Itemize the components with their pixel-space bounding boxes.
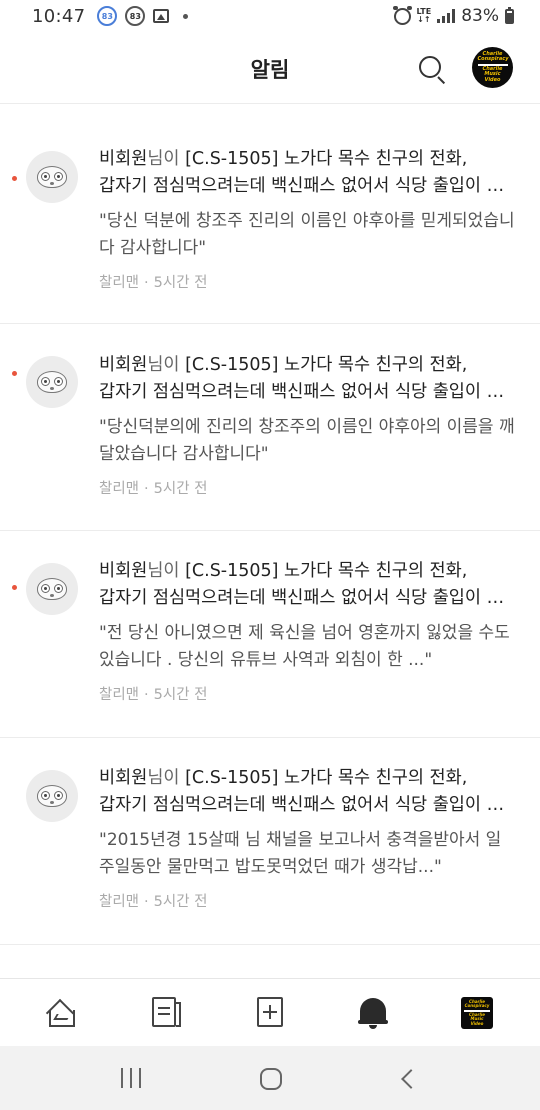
comment-preview: "당신 덕분에 창조주 진리의 이름인 야후아를 믿게되었습니다 감사합니다" <box>99 211 515 258</box>
alarm-icon <box>392 5 412 25</box>
notification-meta: 찰리맨 · 5시간 전 <box>99 894 208 910</box>
notification-title: 비회원님이 [C.S-1505] 노가다 목수 친구의 전화, 갑자기 점심먹으… <box>99 355 516 402</box>
battery-icon <box>505 6 514 24</box>
avatar <box>26 770 78 822</box>
comment-author: 찰리맨 <box>99 275 140 291</box>
notification-time: 5시간 전 <box>153 687 208 703</box>
notification-item[interactable]: 비회원님이 [C.S-1505] 노가다 목수 친구의 전화, 갑자기 점심먹으… <box>0 324 540 531</box>
default-avatar-icon <box>37 785 67 807</box>
nav-home-button[interactable] <box>45 996 79 1030</box>
search-icon-handle <box>437 76 446 85</box>
avatar <box>26 151 78 203</box>
notification-time: 5시간 전 <box>153 894 208 910</box>
signal-icon <box>437 9 456 23</box>
avatar <box>26 563 78 615</box>
default-avatar-icon <box>37 371 67 393</box>
lte-icon: LTE ↓↑ <box>416 7 432 24</box>
notification-title: 비회원님이 [C.S-1505] 노가다 목수 친구의 전화, 갑자기 점심먹으… <box>99 149 516 196</box>
profile-avatar-button[interactable]: Charlie Conspiracy Charlie Music Video <box>472 47 513 88</box>
bottom-navigation: Charlie Conspiracy Charlie Music Video <box>0 978 540 1046</box>
avatar <box>26 356 78 408</box>
notification-meta: 찰리맨 · 5시간 전 <box>99 687 208 703</box>
comment-preview: "전 당신 아니였으면 제 육신을 넘어 영혼까지 잃었을 수도 있습니다 . … <box>99 623 510 670</box>
recent-apps-button[interactable] <box>121 1068 141 1090</box>
default-avatar-icon <box>37 166 67 188</box>
home-button[interactable] <box>260 1068 282 1090</box>
status-bar: 10:47 83 83 LTE ↓↑ 83% <box>0 0 540 32</box>
nav-channel-button[interactable]: Charlie Conspiracy Charlie Music Video <box>461 997 493 1029</box>
notification-badge-icon: 83 <box>125 6 146 26</box>
actor-name: 비회원 <box>99 355 148 375</box>
unread-indicator <box>12 371 17 376</box>
channel-icon: Charlie Conspiracy Charlie Music Video <box>464 998 490 1026</box>
channel-logo: Charlie Conspiracy Charlie Music Video <box>477 50 509 83</box>
comment-preview: "2015년경 15살때 님 채널을 보고나서 충격을받아서 일주일동안 물만먹… <box>99 830 502 877</box>
notification-item[interactable]: 비회원님이 [C.S-1505] 노가다 목수 친구의 전화, 갑자기 점심먹으… <box>0 738 540 945</box>
nav-notifications-button[interactable] <box>357 996 391 1030</box>
search-icon <box>419 56 441 78</box>
actor-name: 비회원 <box>99 561 148 581</box>
notification-badge-icon: 83 <box>97 6 118 26</box>
page-title: 알림 <box>250 58 290 82</box>
comment-preview: "당신덕분의에 진리의 창조주의 이름인 야후아의 이름을 깨달았습니다 감사합… <box>99 417 515 464</box>
comment-author: 찰리맨 <box>99 687 140 703</box>
notification-time: 5시간 전 <box>153 275 208 291</box>
search-button[interactable] <box>416 54 448 86</box>
notification-item[interactable]: 비회원님이 [C.S-1505] 노가다 목수 친구의 전화, 갑자기 점심먹으… <box>0 104 540 324</box>
actor-name: 비회원 <box>99 149 148 169</box>
system-navigation-bar <box>0 1046 540 1110</box>
unread-indicator <box>12 176 17 181</box>
nav-posts-button[interactable] <box>150 996 184 1030</box>
notification-list: 비회원님이 [C.S-1505] 노가다 목수 친구의 전화, 갑자기 점심먹으… <box>0 104 540 978</box>
notification-title: 비회원님이 [C.S-1505] 노가다 목수 친구의 전화, 갑자기 점심먹으… <box>99 561 516 608</box>
comment-author: 찰리맨 <box>99 894 140 910</box>
app-header: 알림 Charlie Conspiracy Charlie Music Vide… <box>0 34 540 104</box>
more-notifications-icon <box>183 13 189 19</box>
battery-percent: 83% <box>461 6 499 26</box>
unread-indicator <box>12 585 17 590</box>
notification-title: 비회원님이 [C.S-1505] 노가다 목수 친구의 전화, 갑자기 점심먹으… <box>99 768 516 815</box>
status-time: 10:47 <box>32 5 86 27</box>
image-icon <box>153 9 170 23</box>
notification-meta: 찰리맨 · 5시간 전 <box>99 275 208 291</box>
back-button[interactable] <box>401 1069 421 1089</box>
nav-write-button[interactable] <box>255 996 289 1030</box>
actor-name: 비회원 <box>99 768 148 788</box>
notification-time: 5시간 전 <box>153 481 208 497</box>
comment-author: 찰리맨 <box>99 481 140 497</box>
notification-item[interactable]: 비회원님이 [C.S-1505] 노가다 목수 친구의 전화, 갑자기 점심먹으… <box>0 531 540 738</box>
notification-meta: 찰리맨 · 5시간 전 <box>99 481 208 497</box>
default-avatar-icon <box>37 578 67 600</box>
